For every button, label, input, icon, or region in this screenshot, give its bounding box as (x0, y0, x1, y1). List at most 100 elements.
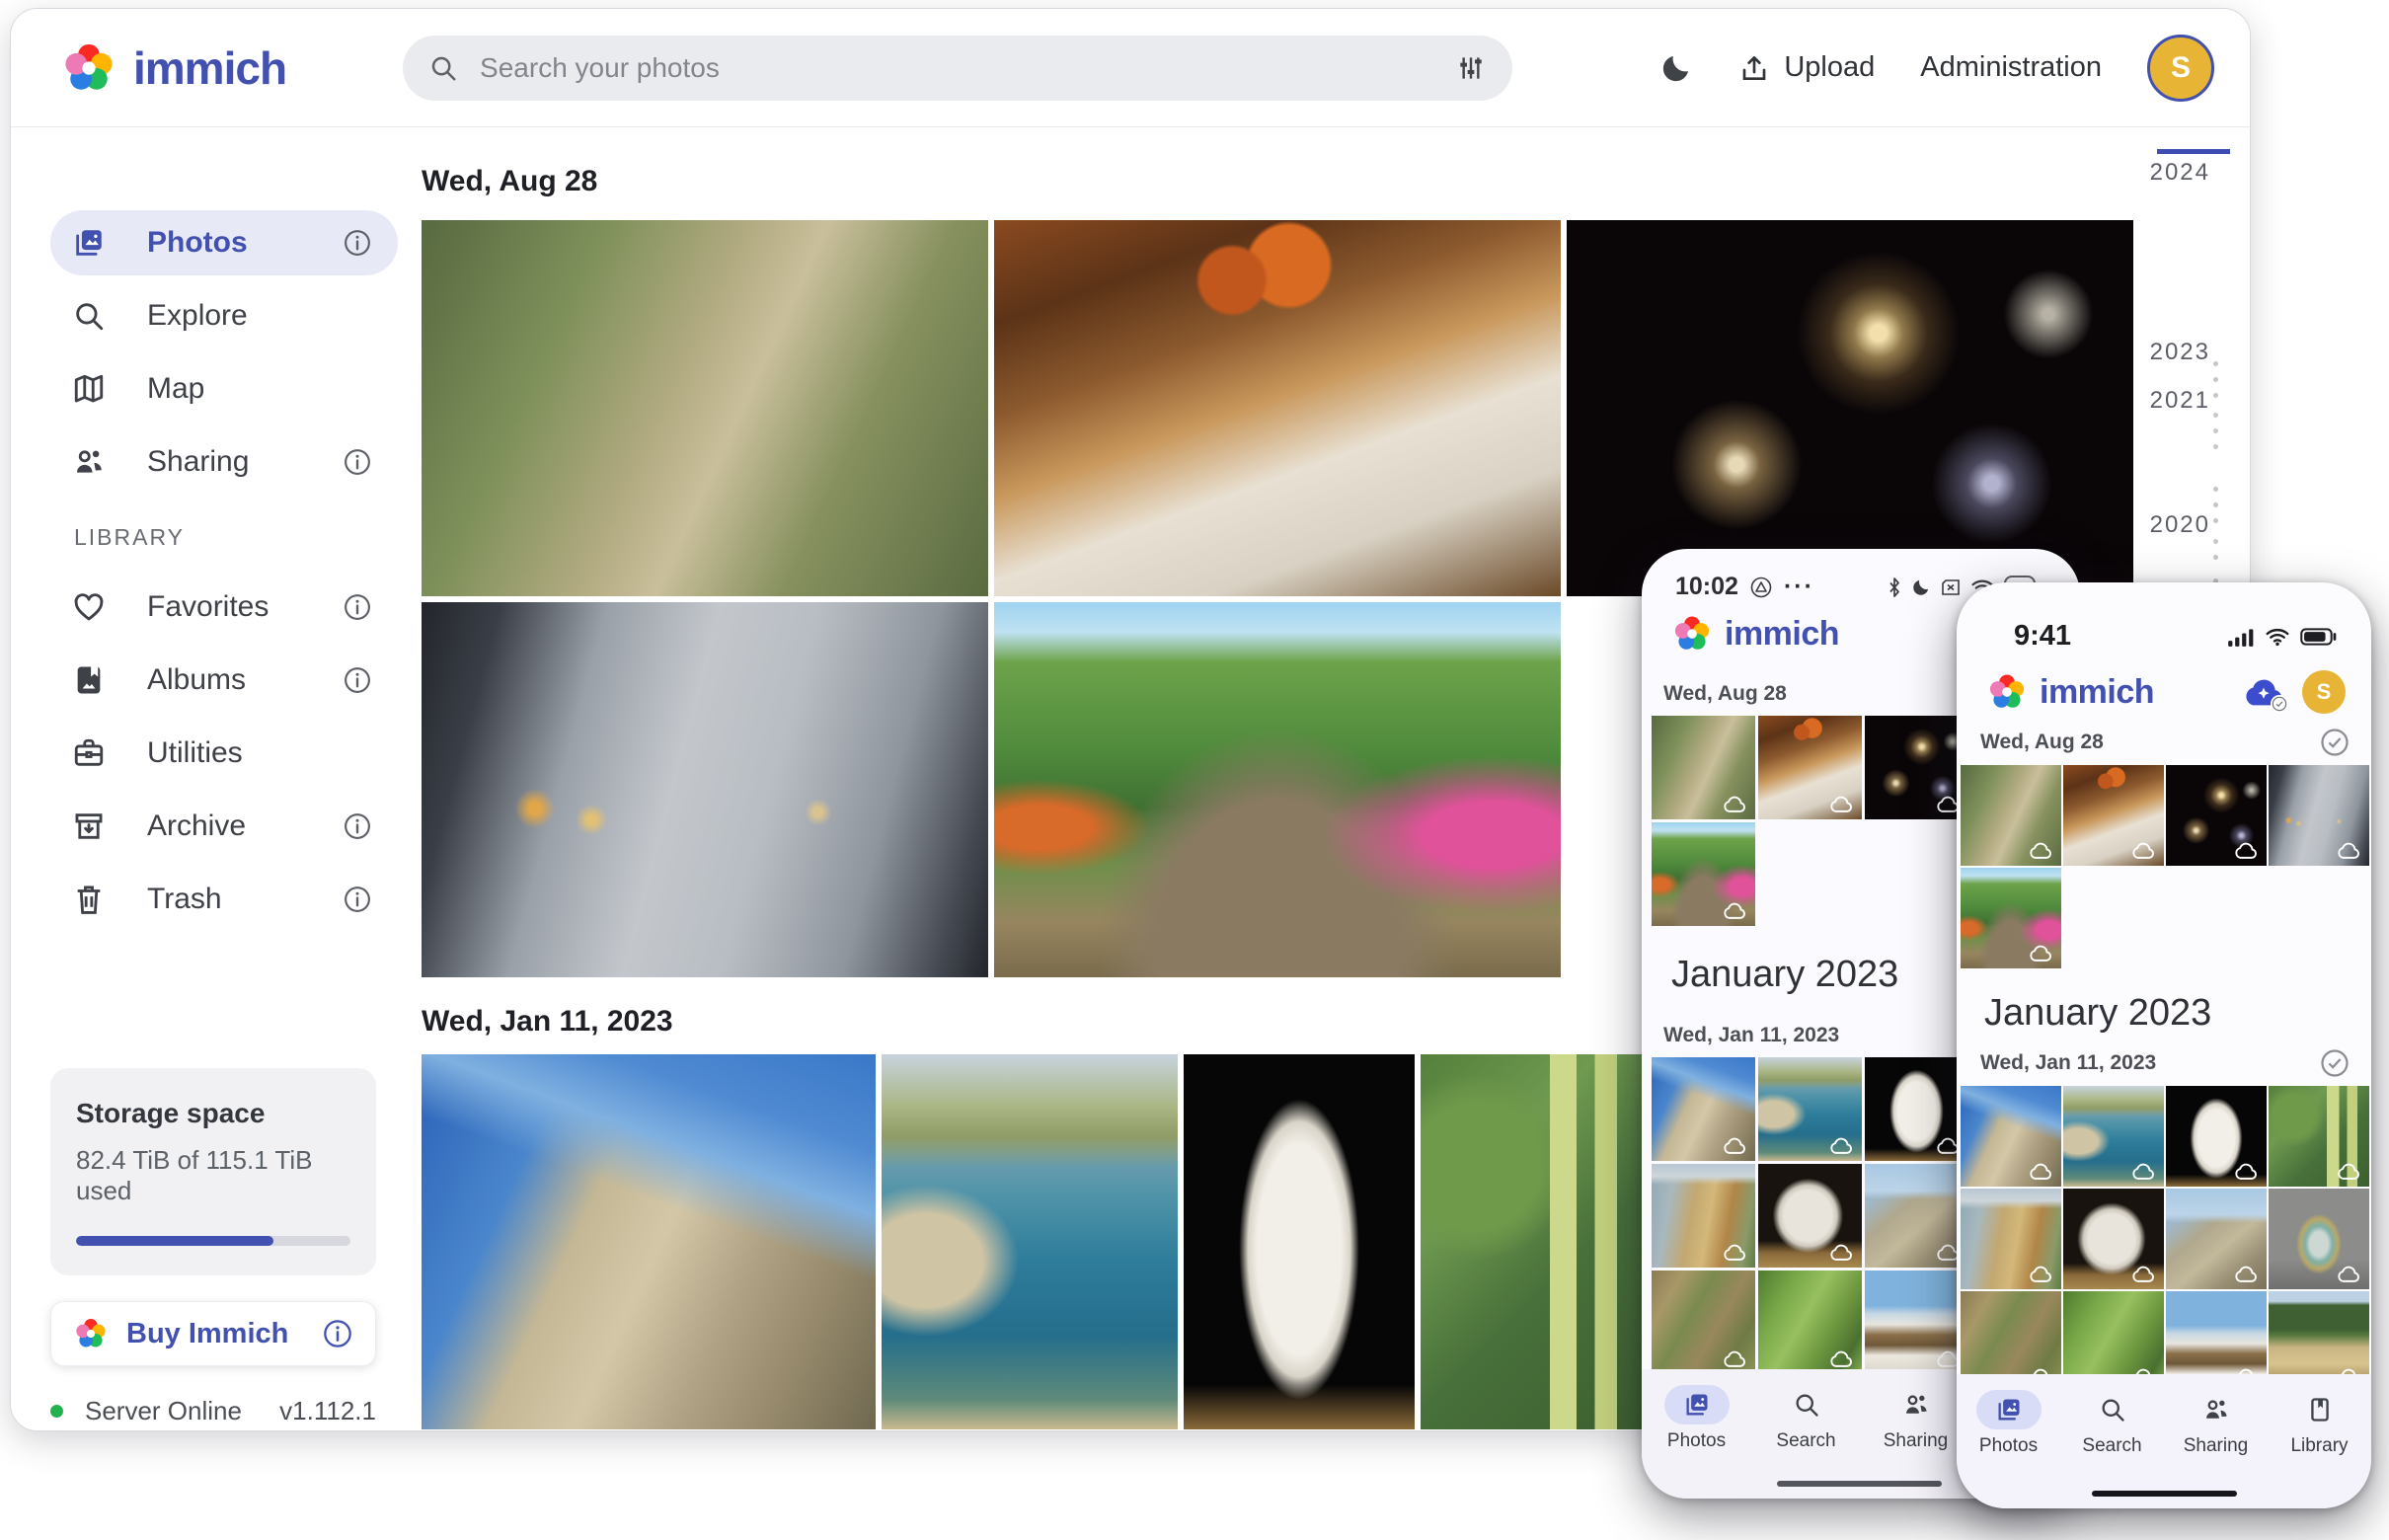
photo-coastal-town[interactable] (2063, 1086, 2164, 1187)
photo-beach-cliff[interactable] (1652, 1164, 1755, 1268)
nav-tab-photos[interactable]: Photos (1648, 1385, 1746, 1452)
nav-tab-library[interactable]: Library (2271, 1390, 2369, 1457)
top-actions: Upload Administration S (1659, 35, 2214, 102)
info-icon[interactable] (343, 885, 372, 914)
photo-harvest-dinner-table[interactable] (2063, 765, 2164, 866)
timeline-year-2020[interactable]: 2020 (2150, 511, 2210, 539)
cloud-icon (1828, 796, 1854, 813)
map-icon (72, 372, 106, 406)
search-bar[interactable] (403, 36, 1512, 101)
home-indicator (1777, 1481, 1942, 1487)
photo-sea-grapes[interactable] (2269, 1086, 2369, 1187)
select-all-icon[interactable] (2320, 728, 2350, 757)
sidebar-item-utilities[interactable]: Utilities (50, 721, 398, 786)
photo-zoo-monkeys[interactable] (1652, 716, 1755, 819)
photo-zoo-monkeys[interactable] (1961, 765, 2061, 866)
photo-stone-sculpture[interactable] (2063, 1189, 2164, 1289)
info-icon[interactable] (322, 1318, 353, 1349)
nav-tab-photos[interactable]: Photos (1960, 1390, 2058, 1457)
album-icon (72, 663, 106, 697)
cloud-icon (2233, 1266, 2259, 1283)
photo-zoo-monkeys[interactable] (422, 220, 988, 596)
photo-castle-ruins[interactable] (1865, 1164, 1968, 1268)
sidebar-item-label: Archive (147, 809, 246, 843)
upload-button[interactable]: Upload (1738, 51, 1875, 84)
sidebar-item-label: Map (147, 372, 204, 406)
photo-fireworks[interactable] (2166, 765, 2267, 866)
photo-fortress-walls[interactable] (422, 1054, 876, 1429)
photo-castle-ruins[interactable] (2166, 1189, 2267, 1289)
photo-marble-bust[interactable] (2166, 1086, 2267, 1187)
theme-toggle-moon-icon[interactable] (1659, 51, 1693, 85)
photo-beach-cliff[interactable] (1961, 1189, 2061, 1289)
user-avatar[interactable]: S (2302, 670, 2346, 714)
nav-tab-search[interactable]: Search (1757, 1385, 1856, 1452)
photo-fireworks[interactable] (1865, 716, 1968, 819)
sidebar-item-archive[interactable]: Archive (50, 794, 398, 859)
photo-harvest-dinner-table[interactable] (994, 220, 1561, 596)
cloud-icon (2028, 1266, 2053, 1283)
photo-ornate-silver[interactable] (2269, 1189, 2369, 1289)
search-filters-icon[interactable] (1455, 52, 1487, 84)
photo-fortress-walls[interactable] (1652, 1057, 1755, 1161)
immich-flower-icon (73, 1316, 109, 1351)
storage-title: Storage space (76, 1098, 350, 1129)
sidebar-item-label: Favorites (147, 590, 269, 624)
signal-bars-icon (2227, 626, 2255, 648)
date-group-header: Wed, Aug 28 (422, 165, 2143, 198)
photo-lizard-1[interactable] (1652, 1270, 1755, 1374)
photo-lizard-2[interactable] (1758, 1270, 1862, 1374)
photo-coastal-town[interactable] (1758, 1057, 1862, 1161)
photo-autumn-garden-path[interactable] (994, 602, 1561, 977)
photo-fortress-walls[interactable] (1961, 1086, 2061, 1187)
sidebar-item-explore[interactable]: Explore (50, 283, 398, 348)
photo-snowy-village[interactable] (1865, 1270, 1968, 1374)
date-group-row: Wed, Jan 11, 2023 (1980, 1048, 2350, 1078)
timeline-tick (2213, 377, 2218, 382)
brand-name: immich (1725, 615, 1839, 654)
buy-immich-button[interactable]: Buy Immich (50, 1301, 376, 1366)
people-icon (2202, 1396, 2230, 1424)
timeline-year-2021[interactable]: 2021 (2150, 387, 2210, 415)
sidebar-item-photos[interactable]: Photos (50, 210, 398, 275)
photo-autumn-garden-path[interactable] (1652, 822, 1755, 926)
photo-holding-hands[interactable] (422, 602, 988, 977)
search-input[interactable] (478, 51, 1435, 85)
people-icon (72, 445, 106, 479)
sidebar-item-albums[interactable]: Albums (50, 648, 398, 713)
backup-cloud-icon[interactable] (2241, 675, 2286, 709)
photo-holding-hands[interactable] (2269, 765, 2369, 866)
photo-coastal-town[interactable] (882, 1054, 1178, 1429)
sidebar-item-sharing[interactable]: Sharing (50, 429, 398, 495)
sidebar-item-map[interactable]: Map (50, 356, 398, 422)
administration-link[interactable]: Administration (1920, 51, 2102, 84)
photo-sea-grapes[interactable] (1421, 1054, 1644, 1429)
overflow-dots: ··· (1784, 573, 1814, 601)
sidebar-item-favorites[interactable]: Favorites (50, 575, 398, 640)
photo-stone-sculpture[interactable] (1758, 1164, 1862, 1268)
cloud-icon (1722, 1244, 1747, 1262)
photo-marble-bust[interactable] (1865, 1057, 1968, 1161)
nav-tab-search[interactable]: Search (2063, 1390, 2162, 1457)
timeline-year-2023[interactable]: 2023 (2150, 339, 2210, 366)
info-icon[interactable] (343, 811, 372, 841)
select-all-icon[interactable] (2320, 1048, 2350, 1078)
info-icon[interactable] (343, 665, 372, 695)
battery-icon (2300, 626, 2338, 648)
top-bar: immich Upload Administration S (11, 9, 2250, 127)
immich-logo[interactable]: immich (60, 39, 286, 97)
nav-tab-sharing[interactable]: Sharing (2167, 1390, 2266, 1457)
photo-harvest-dinner-table[interactable] (1758, 716, 1862, 819)
info-icon[interactable] (343, 228, 372, 258)
user-avatar[interactable]: S (2147, 35, 2214, 102)
timeline-tick (2213, 444, 2218, 449)
cloud-icon (2233, 842, 2259, 860)
photo-marble-bust[interactable] (1184, 1054, 1415, 1429)
info-icon[interactable] (343, 592, 372, 622)
nav-tab-sharing[interactable]: Sharing (1867, 1385, 1965, 1452)
info-icon[interactable] (343, 447, 372, 477)
photo-autumn-garden-path[interactable] (1961, 868, 2061, 968)
sidebar-item-trash[interactable]: Trash (50, 867, 398, 932)
timeline-year-2024[interactable]: 2024 (2150, 159, 2210, 187)
photo-fireworks[interactable] (1567, 220, 2133, 596)
